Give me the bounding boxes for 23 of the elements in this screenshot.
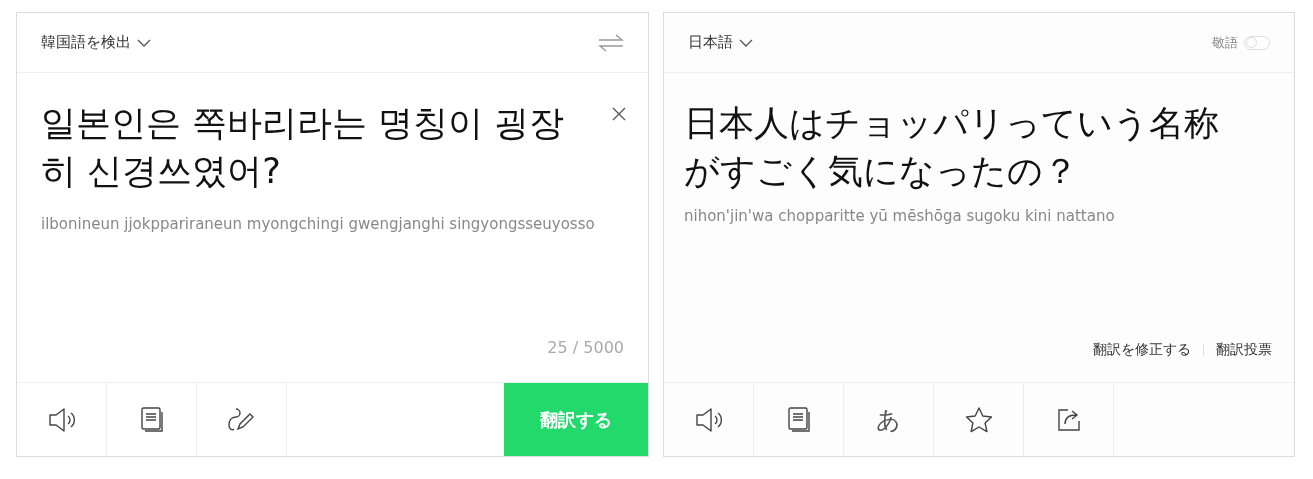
handwriting-icon: [227, 406, 256, 433]
speaker-icon: [47, 406, 76, 433]
language-dropdown[interactable]: 韓国語を検出: [41, 31, 151, 54]
star-icon: [964, 406, 993, 433]
translated-text: 日本人はチョッパリっていう名称がすごく気になったの？: [684, 102, 1220, 193]
character-counter: 25 / 5000: [547, 337, 624, 359]
copy-icon: [139, 406, 164, 433]
action-link[interactable]: 翻訳投票: [1216, 339, 1272, 360]
share-icon: [1055, 406, 1082, 433]
honorific-label: 敬語: [1212, 33, 1238, 52]
chevron-down-icon: [137, 38, 151, 47]
kana-button[interactable]: あ: [844, 383, 934, 456]
chevron-down-icon: [739, 38, 753, 47]
action-link[interactable]: 翻訳を修正する: [1093, 339, 1191, 360]
copy-icon: [786, 406, 811, 433]
language-dropdown[interactable]: 日本語: [688, 31, 753, 54]
romanization: nihon'jin'wa chopparitte yū mēshōga sugoku kini nattano: [684, 206, 1116, 227]
romanization: ilbonineun jjokppariraneun myongchingi gwengjanghi singyongsseuyosso: [41, 214, 596, 235]
swap-icon[interactable]: [598, 33, 624, 52]
speaker-icon: [694, 406, 723, 433]
close-icon[interactable]: [612, 107, 626, 121]
honorific-toggle[interactable]: [1244, 35, 1270, 50]
source-text[interactable]: 일본인은 쪽바리라는 명칭이 굉장히 신경쓰였어?: [41, 99, 581, 195]
